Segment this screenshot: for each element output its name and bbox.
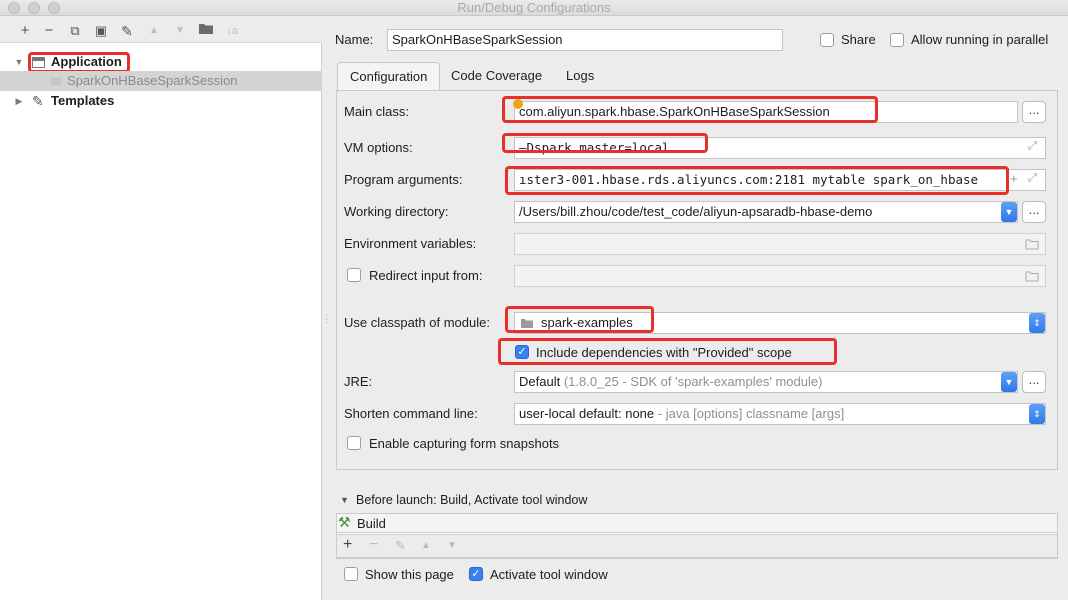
- show-page-checkbox[interactable]: [344, 567, 358, 581]
- working-dir-label: Working directory:: [344, 204, 449, 219]
- highlight-classpath: [505, 306, 654, 333]
- expand-icon[interactable]: ⤢: [1028, 140, 1037, 153]
- classpath-label: Use classpath of module:: [344, 315, 490, 330]
- snapshots-label: Enable capturing form snapshots: [369, 436, 560, 451]
- folder-icon[interactable]: [1025, 238, 1039, 250]
- name-field[interactable]: SparkOnHBaseSparkSession: [387, 29, 783, 51]
- shorten-label: Shorten command line:: [344, 406, 478, 421]
- before-launch-item-label: Build: [357, 516, 386, 531]
- jre-label: JRE:: [344, 374, 373, 389]
- sort-icon[interactable]: ↓a: [223, 22, 241, 40]
- edit-task-icon[interactable]: ✎: [395, 538, 406, 554]
- env-vars-field[interactable]: [514, 233, 1046, 255]
- parallel-label: Allow running in parallel: [911, 32, 1049, 47]
- move-down-button[interactable]: ▼: [171, 22, 189, 40]
- before-launch-item[interactable]: [336, 513, 1058, 533]
- shorten-value: user-local default: none: [519, 406, 655, 421]
- tab-code-coverage[interactable]: Code Coverage: [439, 62, 554, 90]
- expand-icon[interactable]: ⤢: [1028, 172, 1037, 185]
- share-checkbox[interactable]: [820, 33, 834, 47]
- chevron-down-icon[interactable]: ▼: [1001, 372, 1017, 392]
- show-page-label: Show this page: [365, 567, 454, 582]
- tree-row-templates[interactable]: ▶ ✎ Templates: [0, 91, 322, 111]
- working-dir-field[interactable]: /Users/bill.zhou/code/test_code/aliyun-a…: [514, 201, 1018, 223]
- redirect-label: Redirect input from:: [369, 268, 483, 283]
- splitter-handle[interactable]: ⋮: [322, 315, 332, 332]
- highlight-main-class: [502, 96, 878, 123]
- highlight-vm-options: [502, 133, 708, 153]
- chevron-right-icon[interactable]: ▶: [14, 91, 24, 111]
- vm-options-label: VM options:: [344, 140, 413, 155]
- before-launch-title: Before launch: Build, Activate tool wind…: [356, 493, 588, 507]
- redirect-field[interactable]: [514, 265, 1046, 287]
- edit-defaults-wrench-icon[interactable]: ✎: [118, 22, 136, 40]
- add-task-button[interactable]: +: [343, 536, 352, 554]
- remove-task-button[interactable]: −: [369, 536, 378, 554]
- main-class-browse-button[interactable]: ...: [1022, 101, 1046, 123]
- add-config-button[interactable]: +: [16, 22, 34, 40]
- parallel-checkbox[interactable]: [890, 33, 904, 47]
- build-hammer-icon: ⚒: [338, 514, 351, 530]
- snapshots-checkbox[interactable]: [347, 436, 361, 450]
- main-class-label: Main class:: [344, 104, 410, 119]
- copy-config-button[interactable]: ⧉: [66, 22, 84, 40]
- tab-logs[interactable]: Logs: [554, 62, 606, 90]
- remove-config-button[interactable]: −: [40, 22, 58, 40]
- before-launch-toolbar: [336, 534, 1058, 558]
- move-up-button[interactable]: ▲: [145, 22, 163, 40]
- jre-hint: (1.8.0_25 - SDK of 'spark-examples' modu…: [563, 374, 823, 389]
- tree-row-spark-config[interactable]: SparkOnHBaseSparkSession: [0, 71, 322, 91]
- move-down-task-button[interactable]: ▼: [447, 540, 457, 551]
- config-icon: [51, 77, 61, 85]
- wrench-icon: ✎: [32, 93, 44, 109]
- chevron-down-icon[interactable]: ▼: [14, 52, 24, 72]
- save-config-button[interactable]: ▣: [92, 22, 110, 40]
- program-args-label: Program arguments:: [344, 172, 463, 187]
- move-up-task-button[interactable]: ▲: [421, 540, 431, 551]
- tree-group-label: Application: [51, 54, 122, 69]
- folder-icon[interactable]: [197, 22, 215, 40]
- jre-value: Default: [519, 374, 561, 389]
- tree-child-label: SparkOnHBaseSparkSession: [67, 73, 238, 88]
- add-macro-icon[interactable]: +: [1010, 171, 1018, 186]
- highlight-include-deps: [498, 338, 837, 365]
- shorten-select[interactable]: user-local default: none - java [options…: [514, 403, 1046, 425]
- env-vars-label: Environment variables:: [344, 236, 477, 251]
- working-dir-browse-button[interactable]: ...: [1022, 201, 1046, 223]
- jre-select[interactable]: Default (1.8.0_25 - SDK of 'spark-exampl…: [514, 371, 1018, 393]
- name-label: Name:: [335, 32, 374, 47]
- redirect-checkbox[interactable]: [347, 268, 361, 282]
- activate-window-checkbox[interactable]: ✓: [469, 567, 483, 581]
- folder-icon[interactable]: [1025, 270, 1039, 282]
- chevron-updown-icon[interactable]: ⇕: [1029, 404, 1045, 424]
- chevron-down-icon[interactable]: ▼: [1001, 202, 1017, 222]
- tab-configuration[interactable]: Configuration: [337, 62, 441, 90]
- chevron-updown-icon[interactable]: ⇕: [1029, 313, 1045, 333]
- shorten-hint: - java [options] classname [args]: [657, 406, 845, 421]
- share-label: Share: [841, 32, 876, 47]
- jre-browse-button[interactable]: ...: [1022, 371, 1046, 393]
- activate-window-label: Activate tool window: [490, 567, 608, 582]
- highlight-program-args: [505, 166, 1009, 195]
- templates-label: Templates: [51, 93, 115, 108]
- chevron-down-icon[interactable]: ▼: [340, 495, 349, 505]
- window-title: Run/Debug Configurations: [457, 0, 611, 15]
